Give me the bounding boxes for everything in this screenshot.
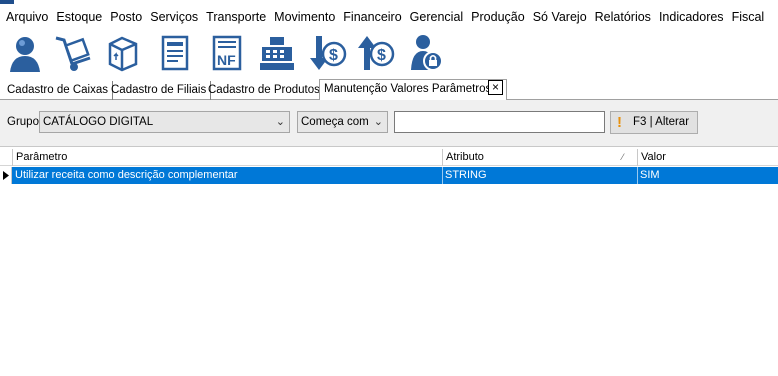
menu-arquivo[interactable]: Arquivo	[2, 10, 52, 24]
menu-estoque[interactable]: Estoque	[52, 10, 106, 24]
svg-text:$: $	[377, 47, 386, 64]
user-lock-icon[interactable]	[406, 32, 448, 74]
sort-indicator-icon: ⁄	[622, 152, 624, 162]
menu-fiscal[interactable]: Fiscal	[728, 10, 769, 24]
menu-financeiro[interactable]: Financeiro	[339, 10, 405, 24]
alterar-button-label: F3 | Alterar	[633, 116, 690, 128]
tab-cadastro-filiais[interactable]: Cadastro de Filiais	[107, 81, 212, 100]
toolbar: NF $ $	[0, 28, 778, 78]
warning-icon: !	[617, 114, 622, 131]
svg-text:$: $	[329, 47, 338, 64]
column-header-atributo[interactable]: Atributo	[442, 149, 637, 166]
parameters-grid: Parâmetro Atributo ⁄ Valor Utilizar rece…	[0, 146, 778, 376]
tab-cadastro-caixas[interactable]: Cadastro de Caixas	[3, 81, 113, 100]
alterar-button[interactable]: ! F3 | Alterar	[610, 111, 698, 134]
document-list-icon[interactable]	[154, 32, 196, 74]
grid-header: Parâmetro Atributo ⁄ Valor	[0, 149, 778, 166]
hand-truck-icon[interactable]	[52, 32, 94, 74]
tab-bar: Cadastro de Caixas Cadastro de Filiais C…	[0, 78, 778, 100]
app-icon	[0, 0, 14, 4]
match-mode-value: Começa com	[301, 116, 369, 128]
column-header-valor[interactable]: Valor	[637, 149, 778, 166]
money-down-icon[interactable]: $	[306, 32, 348, 74]
grupo-select-value: CATÁLOGO DIGITAL	[43, 116, 154, 128]
row-indicator	[0, 167, 12, 184]
tab-cadastro-produtos[interactable]: Cadastro de Produtos	[204, 81, 324, 100]
chevron-down-icon: ⌄	[275, 116, 285, 128]
tab-active-label: Manutenção Valores Parâmetros	[324, 83, 492, 95]
svg-text:NF: NF	[217, 52, 236, 68]
menu-transporte[interactable]: Transporte	[202, 10, 270, 24]
close-tab-icon[interactable]: ×	[488, 80, 503, 95]
menu-servicos[interactable]: Serviços	[146, 10, 202, 24]
nf-invoice-icon[interactable]: NF	[206, 32, 248, 74]
tab-manutencao-valores-parametros[interactable]: Manutenção Valores Parâmetros	[319, 79, 507, 100]
match-mode-select[interactable]: Começa com ⌄	[297, 111, 388, 133]
menu-posto[interactable]: Posto	[106, 10, 146, 24]
grupo-select[interactable]: CATÁLOGO DIGITAL ⌄	[39, 111, 290, 133]
table-row[interactable]: Utilizar receita como descrição compleme…	[0, 167, 778, 184]
menu-producao[interactable]: Produção	[467, 10, 529, 24]
cell-atributo[interactable]: STRING	[443, 167, 636, 184]
grupo-label: Grupo	[7, 116, 39, 128]
money-up-icon[interactable]: $	[354, 32, 396, 74]
user-icon[interactable]	[4, 32, 46, 74]
search-input[interactable]	[394, 111, 605, 133]
menu-indicadores[interactable]: Indicadores	[655, 10, 728, 24]
cell-parametro[interactable]: Utilizar receita como descrição compleme…	[13, 167, 441, 184]
menu-movimento[interactable]: Movimento	[270, 10, 339, 24]
cell-valor[interactable]: SIM	[638, 167, 778, 184]
column-header-parametro[interactable]: Parâmetro	[12, 149, 442, 166]
row-pointer-icon	[3, 171, 9, 180]
filter-bar: Grupo CATÁLOGO DIGITAL ⌄ Começa com ⌄ ! …	[0, 100, 778, 146]
menu-so-varejo[interactable]: Só Varejo	[529, 10, 591, 24]
menu-bar: Arquivo Estoque Posto Serviços Transport…	[0, 6, 778, 28]
menu-gerencial[interactable]: Gerencial	[406, 10, 468, 24]
chevron-down-icon: ⌄	[373, 116, 383, 128]
menu-relatorios[interactable]: Relatórios	[591, 10, 655, 24]
box-icon[interactable]	[102, 32, 144, 74]
cash-register-icon[interactable]	[256, 32, 298, 74]
